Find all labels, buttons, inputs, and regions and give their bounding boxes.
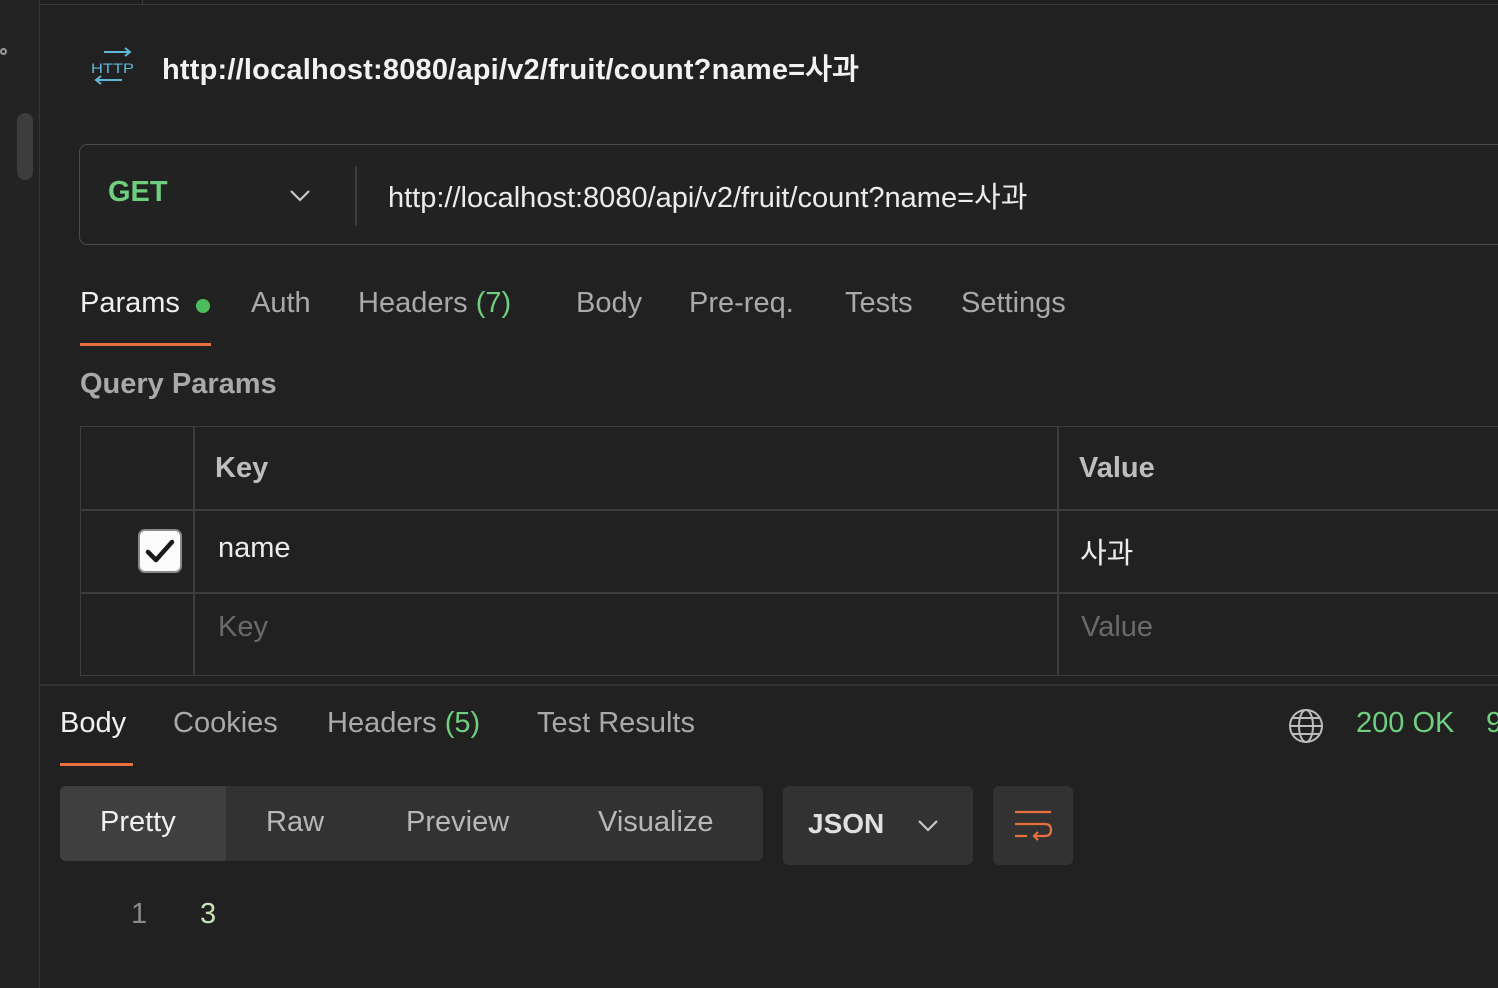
headers-count: (7) — [475, 287, 512, 319]
globe-icon[interactable] — [1287, 707, 1325, 745]
view-mode-preview[interactable]: Preview — [406, 806, 509, 839]
response-tab-cookies[interactable]: Cookies — [173, 707, 278, 740]
table-column-divider — [1057, 427, 1059, 675]
column-header-value: Value — [1079, 452, 1155, 484]
wrap-lines-icon — [1015, 810, 1053, 841]
line-number: 1 — [131, 898, 148, 930]
response-tab-test-results[interactable]: Test Results — [537, 707, 695, 740]
tab-params-label: Params — [80, 287, 180, 319]
sidebar-indicator-icon — [0, 48, 7, 55]
tab-auth[interactable]: Auth — [251, 287, 311, 320]
query-params-table — [80, 426, 1498, 676]
param-value-cell[interactable]: 사과 — [1080, 530, 1133, 572]
active-tab-underline — [80, 343, 211, 346]
response-time[interactable]: 9 — [1486, 707, 1498, 740]
table-row-divider — [81, 509, 1498, 511]
chevron-down-icon — [918, 820, 938, 832]
http-request-icon: HTTP — [91, 47, 134, 85]
table-row-divider — [81, 592, 1498, 594]
tab-prereq[interactable]: Pre-req. — [689, 287, 794, 320]
chevron-down-icon[interactable] — [286, 182, 314, 210]
checkmark-icon — [145, 539, 175, 563]
table-column-divider — [193, 427, 195, 675]
tab-tests[interactable]: Tests — [845, 287, 913, 320]
svg-text:HTTP: HTTP — [91, 60, 134, 76]
request-title[interactable]: http://localhost:8080/api/v2/fruit/count… — [162, 46, 859, 88]
response-tab-body[interactable]: Body — [60, 707, 126, 740]
query-params-heading: Query Params — [80, 368, 277, 400]
new-param-value-input[interactable]: Value — [1081, 611, 1153, 644]
url-bar-divider — [355, 166, 357, 226]
tab-params[interactable]: Params — [80, 287, 180, 320]
view-mode-raw[interactable]: Raw — [266, 806, 324, 839]
response-divider[interactable] — [39, 684, 1498, 686]
tab-body[interactable]: Body — [576, 287, 642, 320]
tab-settings[interactable]: Settings — [961, 287, 1066, 320]
format-select-label: JSON — [808, 808, 885, 839]
url-input[interactable]: http://localhost:8080/api/v2/fruit/count… — [388, 174, 1027, 216]
param-enabled-checkbox[interactable] — [138, 529, 182, 573]
view-mode-pretty[interactable]: Pretty — [100, 806, 176, 839]
http-method-select[interactable]: GET — [108, 176, 168, 209]
top-divider — [39, 4, 1498, 5]
tab-headers-label: Headers — [358, 287, 468, 319]
response-headers-count: (5) — [444, 707, 481, 739]
params-active-dot — [196, 299, 210, 313]
param-key-cell[interactable]: name — [218, 532, 291, 565]
response-status[interactable]: 200 OK — [1356, 707, 1454, 740]
response-tab-headers[interactable]: Headers (5) — [327, 707, 480, 740]
top-tab-divider — [142, 0, 143, 4]
new-param-key-input[interactable]: Key — [218, 611, 268, 644]
response-headers-label: Headers — [327, 707, 437, 739]
sidebar-scrollbar[interactable] — [17, 113, 33, 180]
response-body-content[interactable]: 3 — [200, 898, 216, 931]
active-response-tab-underline — [60, 763, 133, 766]
view-mode-visualize[interactable]: Visualize — [598, 806, 714, 839]
tab-headers[interactable]: Headers (7) — [358, 287, 511, 320]
column-header-key: Key — [215, 452, 269, 484]
